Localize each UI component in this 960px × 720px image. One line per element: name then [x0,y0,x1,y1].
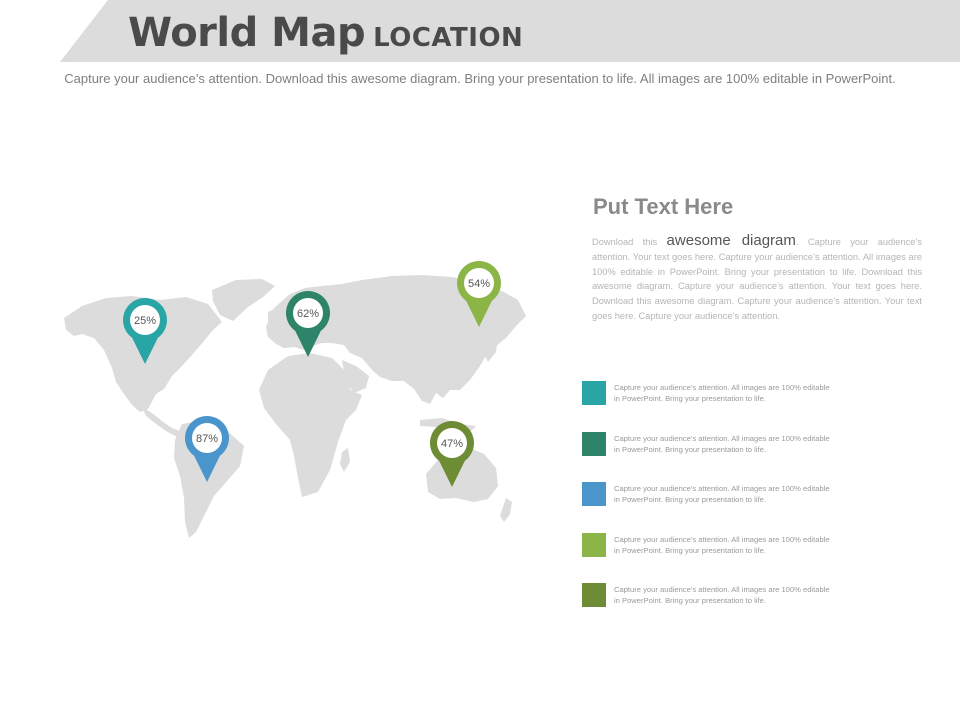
legend-text: Capture your audience’s attention. All i… [614,484,830,504]
legend-item: Capture your audience’s attention. All i… [582,583,842,634]
legend-swatch [582,583,606,607]
map-pin-label: 87% [196,433,218,445]
continent-central-america [142,407,182,437]
legend-swatch [582,532,606,557]
legend-item: Capture your audience’s attention. All i… [582,532,842,584]
map-pin-label: 54% [468,278,490,290]
continent-africa [259,353,362,497]
panel-heading: Put Text Here [593,194,734,219]
legend-text: Capture your audience’s attention. All i… [614,433,830,454]
legend-text: Capture your audience’s attention. All i… [614,383,830,403]
legend-swatch [582,431,606,456]
panel-body-emphasis: awesome diagram [666,232,796,249]
map-pin-label: 62% [297,308,319,320]
continent-madagascar [340,448,350,472]
legend-item: Capture your audience’s attention. All i… [582,431,842,483]
legend: Capture your audience’s attention. All i… [582,381,842,634]
panel-body: Download this awesome diagram. Capture y… [592,232,923,324]
continent-new-zealand [500,498,512,522]
map-pin-label: 25% [134,315,156,327]
map-pin-label: 47% [441,438,463,450]
panel-body-rest: . Capture your audience’s attention. You… [592,237,923,321]
legend-swatch [582,381,606,405]
legend-swatch [582,482,606,506]
legend-item: Capture your audience’s attention. All i… [582,381,842,432]
legend-text: Capture your audience’s attention. All i… [614,585,830,605]
legend-text: Capture your audience’s attention. All i… [614,534,830,555]
panel-body-lead: Download this [592,237,667,247]
continent-greenland [212,279,275,321]
legend-item: Capture your audience’s attention. All i… [582,482,842,533]
